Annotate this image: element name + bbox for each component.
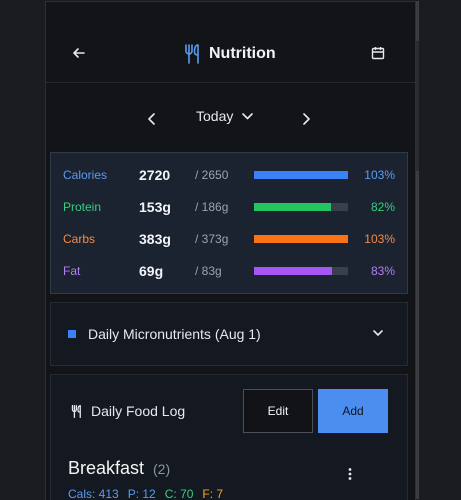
meal-stat: Cals: 413 xyxy=(68,487,119,500)
next-day-button[interactable] xyxy=(292,105,320,133)
food-log-header: Daily Food Log xyxy=(71,403,185,419)
macro-value: 2720 xyxy=(139,167,171,183)
macro-percent: 83% xyxy=(370,264,395,278)
macro-progress-bar xyxy=(254,235,348,243)
macro-percent: 103% xyxy=(364,168,395,182)
macro-name: Calories xyxy=(63,168,108,182)
macro-value: 69g xyxy=(139,263,164,279)
date-label: Today xyxy=(196,108,234,124)
more-vertical-icon[interactable] xyxy=(348,468,352,480)
chevron-down-icon xyxy=(242,113,254,120)
page-title: Nutrition xyxy=(209,45,276,62)
date-dropdown[interactable]: Today xyxy=(196,108,254,124)
arrow-left-icon xyxy=(73,48,85,58)
chevron-left-icon xyxy=(148,113,155,125)
macro-name: Carbs xyxy=(63,232,96,246)
micronutrients-label: Daily Micronutrients (Aug 1) xyxy=(88,326,261,342)
add-button[interactable]: Add xyxy=(318,389,388,433)
macro-progress-bar xyxy=(254,171,348,179)
macro-row-calories: Calories 2720 / 2650 103% xyxy=(51,159,407,191)
macro-row-carbs: Carbs 383g / 373g 103% xyxy=(51,223,407,255)
macro-summary-card: Calories 2720 / 2650 103% Protein 153g /… xyxy=(50,152,408,294)
chevron-right-icon xyxy=(303,113,310,125)
macro-name: Fat xyxy=(63,264,81,278)
macro-progress-bar xyxy=(254,267,348,275)
macro-progress-fill xyxy=(254,171,348,179)
food-log-title: Daily Food Log xyxy=(91,403,186,419)
meal-stat: F: 7 xyxy=(202,487,224,500)
macro-percent: 103% xyxy=(364,232,395,246)
app-frame: Nutrition Today Calories 2720 / 2650 103… xyxy=(45,1,416,500)
macro-name: Protein xyxy=(63,200,102,214)
micronutrients-accordion[interactable]: Daily Micronutrients (Aug 1) xyxy=(50,302,408,366)
meal-item-count: (2) xyxy=(153,461,171,477)
macro-goal: / 2650 xyxy=(195,168,229,182)
macro-goal: / 373g xyxy=(195,232,229,246)
chevron-down-icon xyxy=(373,330,383,336)
macro-goal: / 186g xyxy=(195,200,229,214)
app-header: Nutrition xyxy=(46,2,415,83)
macro-value: 153g xyxy=(139,199,171,215)
macro-progress-fill xyxy=(254,203,332,211)
meal-stat: P: 12 xyxy=(127,487,156,500)
calendar-icon xyxy=(371,47,385,60)
date-navigator: Today xyxy=(46,102,415,136)
edit-button[interactable]: Edit xyxy=(243,389,313,433)
back-button[interactable] xyxy=(65,39,93,67)
utensils-icon xyxy=(185,44,199,64)
food-log-card: Daily Food Log Edit Add Breakfast (2) Ca… xyxy=(50,374,408,500)
macro-progress-fill xyxy=(254,267,333,275)
meal-name: Breakfast xyxy=(68,458,145,478)
macro-percent: 82% xyxy=(370,200,395,214)
macro-value: 383g xyxy=(139,231,171,247)
calendar-button[interactable] xyxy=(364,39,392,67)
meal-macro-stats: Cals: 413 P: 12 C: 70 F: 7 xyxy=(68,487,223,500)
meal-stat: C: 70 xyxy=(164,487,194,500)
utensils-icon xyxy=(71,404,81,418)
macro-progress-bar xyxy=(254,203,348,211)
macro-goal: / 83g xyxy=(195,264,222,278)
macro-row-fat: Fat 69g / 83g 83% xyxy=(51,255,407,287)
page-title-group: Nutrition xyxy=(184,42,276,66)
macro-row-protein: Protein 153g / 186g 82% xyxy=(51,191,407,223)
macro-progress-fill xyxy=(254,235,348,243)
micronutrients-marker xyxy=(68,330,76,338)
previous-day-button[interactable] xyxy=(138,105,166,133)
